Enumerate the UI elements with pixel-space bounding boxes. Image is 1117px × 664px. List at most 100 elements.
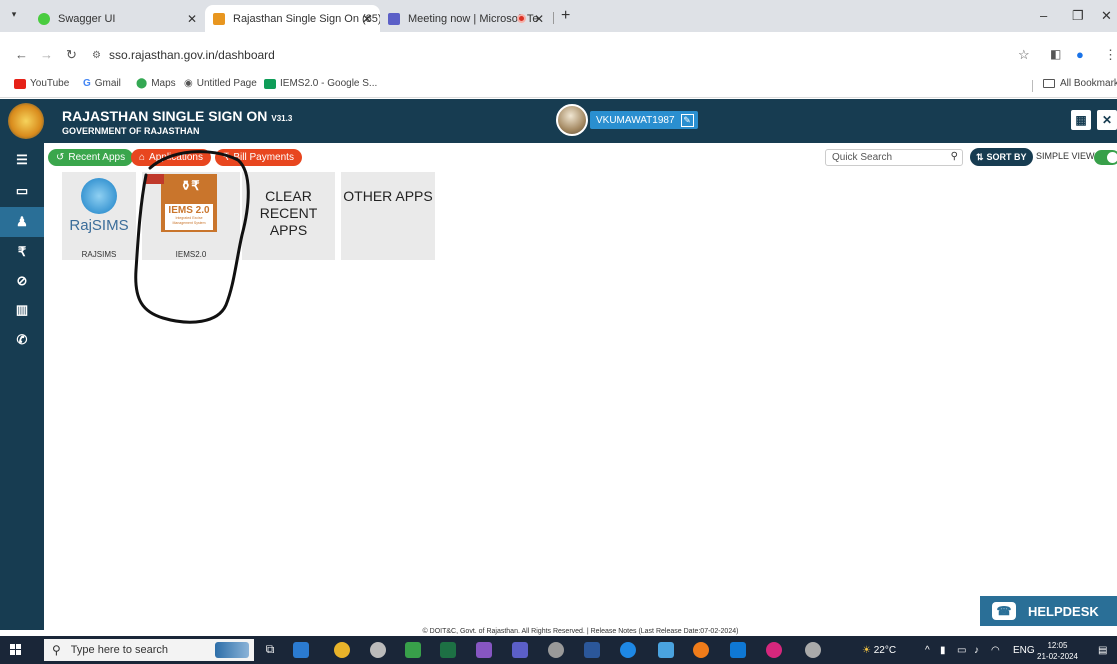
- app-icon[interactable]: [370, 642, 386, 658]
- simple-view-toggle[interactable]: [1094, 150, 1117, 165]
- iems-logo-box: IEMS 2.0 Integrated Excise Management Sy…: [165, 204, 213, 230]
- quick-search-input[interactable]: Quick Search ⚲: [825, 149, 963, 166]
- taskbar-clock[interactable]: 12:05 21-02-2024: [1037, 640, 1078, 662]
- bookmark-iems-sheet[interactable]: IEMS2.0 - Google S...: [264, 78, 377, 89]
- forward-icon[interactable]: →: [40, 47, 53, 62]
- bar-chart-icon[interactable]: ▥: [0, 295, 44, 325]
- other-apps-text: OTHER APPS: [343, 188, 433, 204]
- language-indicator[interactable]: ENG: [1013, 645, 1035, 656]
- google-icon: G: [83, 78, 91, 89]
- iems-bottle-rupee-icon: ⚱₹: [180, 178, 200, 193]
- tab-search-icon[interactable]: ▾: [6, 9, 22, 23]
- username-badge[interactable]: VKUMAWAT1987 ✎: [590, 111, 698, 129]
- volume-icon[interactable]: ♪: [974, 645, 979, 656]
- app-icon[interactable]: [620, 642, 636, 658]
- app-icon[interactable]: [766, 642, 782, 658]
- avatar[interactable]: [556, 104, 588, 136]
- rajasthan-emblem-logo[interactable]: [8, 103, 44, 139]
- phone-icon[interactable]: ✆: [0, 325, 44, 355]
- sort-by-label: SORT BY: [986, 152, 1027, 162]
- battery-icon[interactable]: ▭: [957, 645, 966, 656]
- site-settings-icon[interactable]: ⚙: [92, 50, 101, 61]
- maximize-icon[interactable]: ❐: [1072, 8, 1084, 24]
- recent-apps-button[interactable]: ↺ Recent Apps: [48, 149, 134, 166]
- applications-button[interactable]: ⌂ Applications: [131, 149, 211, 166]
- chrome-icon[interactable]: [334, 642, 350, 658]
- history-icon: ↺: [56, 152, 65, 163]
- search-highlight-image: [215, 642, 249, 658]
- wifi-icon[interactable]: ◠: [991, 645, 1000, 656]
- menu-icon[interactable]: ⋮: [1104, 47, 1117, 63]
- tab-separator: [553, 12, 554, 24]
- helpdesk-button[interactable]: ☎ HELPDESK: [980, 596, 1117, 626]
- search-icon: ⚲: [52, 643, 61, 657]
- task-view-icon[interactable]: ⧉: [262, 642, 278, 658]
- bookmark-gmail[interactable]: G Gmail: [83, 78, 121, 89]
- close-icon[interactable]: ✕: [362, 12, 372, 26]
- tab-teams-meeting[interactable]: Meeting now | Microsoft Te ✕: [380, 5, 552, 32]
- bookmark-untitled-page[interactable]: ◉ Untitled Page: [184, 78, 257, 89]
- close-icon[interactable]: ✕: [534, 12, 544, 26]
- swagger-icon: [38, 12, 50, 25]
- bookmark-maps[interactable]: ⬤ Maps: [136, 78, 176, 89]
- sort-icon: ⇅: [976, 151, 984, 162]
- new-tab-icon[interactable]: +: [561, 7, 570, 25]
- visual-studio-icon[interactable]: [476, 642, 492, 658]
- profile-icon[interactable]: ●: [1076, 47, 1084, 62]
- minimize-icon[interactable]: –: [1040, 8, 1047, 23]
- tab-swagger[interactable]: Swagger UI ✕: [30, 5, 205, 32]
- outlook-icon[interactable]: [730, 642, 746, 658]
- sso-icon: [213, 12, 225, 25]
- site-title-text: RAJASTHAN SINGLE SIGN ON: [62, 108, 268, 124]
- network-icon[interactable]: ▮: [940, 645, 946, 656]
- url-text: sso.rajasthan.gov.in/dashboard: [108, 48, 275, 62]
- excel-icon[interactable]: [440, 642, 456, 658]
- other-apps-tile[interactable]: [341, 172, 435, 260]
- back-icon[interactable]: ←: [15, 47, 28, 62]
- app-icon[interactable]: [805, 642, 821, 658]
- word-icon[interactable]: [584, 642, 600, 658]
- globe-icon: ◉: [184, 78, 193, 89]
- teams-icon[interactable]: [512, 642, 528, 658]
- rajsims-logo-icon: [81, 178, 117, 214]
- app-icon[interactable]: [405, 642, 421, 658]
- bookmark-label: IEMS2.0 - Google S...: [280, 78, 378, 89]
- edit-profile-icon[interactable]: ✎: [680, 113, 694, 127]
- new-ribbon-badge: [146, 174, 164, 184]
- user-profile[interactable]: VKUMAWAT1987 ✎: [556, 104, 698, 136]
- reload-icon[interactable]: ↻: [66, 47, 77, 63]
- windows-start-icon[interactable]: [10, 644, 22, 656]
- bookmark-youtube[interactable]: YouTube: [14, 78, 69, 89]
- user-profile-icon[interactable]: ♟: [0, 207, 44, 237]
- tray-chevron-icon[interactable]: ^: [925, 645, 930, 656]
- grid-menu-icon[interactable]: ▦: [1071, 110, 1091, 130]
- iems-logo-text: IEMS 2.0: [168, 205, 210, 216]
- app-icon[interactable]: [658, 642, 674, 658]
- check-circle-icon[interactable]: ⊘: [0, 266, 44, 296]
- rupee-payments-icon[interactable]: ₹: [0, 237, 44, 267]
- search-icon[interactable]: ⚲: [951, 151, 958, 162]
- menu-toggle-icon[interactable]: ☰: [0, 145, 44, 175]
- notification-icon[interactable]: ▤: [1098, 645, 1107, 656]
- file-explorer-icon[interactable]: [293, 642, 309, 658]
- close-icon[interactable]: ✕: [187, 12, 197, 26]
- side-panel-icon[interactable]: ◧: [1050, 47, 1061, 61]
- sort-by-button[interactable]: ⇅ SORT BY: [970, 148, 1033, 166]
- telephone-icon: ☎: [992, 602, 1016, 620]
- all-bookmarks[interactable]: All Bookmarks: [1043, 78, 1117, 89]
- weather-sun-icon: ☀: [862, 645, 871, 656]
- app-icon[interactable]: [693, 642, 709, 658]
- logout-close-icon[interactable]: ✕: [1097, 110, 1117, 130]
- screen: ▾ Swagger UI ✕ Rajasthan Single Sign On …: [0, 0, 1117, 664]
- weather-widget[interactable]: ☀ 22°C: [862, 645, 896, 656]
- url-field[interactable]: ⚙ sso.rajasthan.gov.in/dashboard: [92, 43, 1012, 67]
- bookmark-label: YouTube: [30, 78, 70, 89]
- tab-rajasthan-sso[interactable]: Rajasthan Single Sign On (85) ✕: [205, 5, 380, 32]
- bill-payments-button[interactable]: ₹ Bill Payments: [215, 149, 302, 166]
- bookmark-star-icon[interactable]: ☆: [1018, 47, 1030, 63]
- rajsims-caption: RAJSIMS: [81, 250, 117, 259]
- app-icon[interactable]: [548, 642, 564, 658]
- footer-copyright: © DOIT&C, Govt. of Rajasthan. All Rights…: [422, 628, 739, 635]
- dashboard-monitor-icon[interactable]: ▭: [0, 176, 44, 206]
- close-window-icon[interactable]: ✕: [1101, 8, 1112, 24]
